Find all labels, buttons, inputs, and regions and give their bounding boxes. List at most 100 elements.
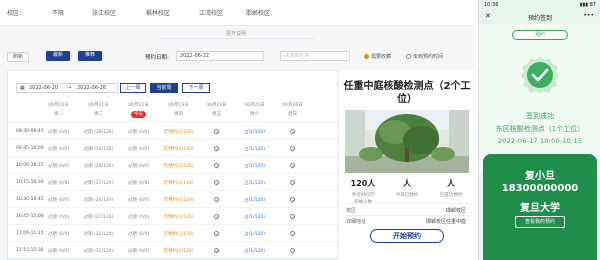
slot-cell: 过期 (0/0) [47,164,70,169]
stat-today-label: 今日已预约 [395,193,419,198]
recommend-button[interactable]: 推荐 [78,51,102,61]
today-badge: 今天 [131,111,146,118]
range-end: 2022-06-26 [77,85,107,91]
slot-cell [270,248,315,255]
site-title: 任重中庭核酸检测点（2个工位） [343,81,471,105]
user-card: 复小旦 18300000000 复旦大学 查看我的预约 [483,154,597,260]
prev-week-button[interactable]: 上一周 [120,83,146,93]
user-name: 复小旦 [525,171,555,182]
slot-cell [270,231,315,238]
week-range-input[interactable]: ▦ 2022-06-20 → 2022-06-26 [16,83,118,93]
more-icon[interactable]: ••• [583,12,594,19]
slot-cell: 过期 (26/120) [83,198,114,203]
campus-option-fenglin[interactable]: 枫林校区 [146,8,170,17]
user-school: 复旦大学 [520,203,560,214]
unavailable-icon [214,163,219,168]
grey-dot-icon [406,54,411,59]
campus-option-handan[interactable]: 邯郸校区 [246,8,270,17]
status-bar: 10:36 ▮▮▮ 87 [479,0,600,10]
column-day: 周日 [288,112,297,117]
slot-cell: 过期 (0/0) [47,198,70,203]
slot-cell: 过期 (0/0) [127,249,150,254]
slot-cell [270,129,315,136]
unavailable-icon [290,231,295,236]
date-label: 预约日期: [145,55,169,61]
table-row: 10:30-10:45 过期 (0/0) 过期 (26/120) 过期 (0/0) 可预… [8,191,337,208]
unavailable-icon [214,214,219,219]
user-phone: 18300000000 [501,183,579,194]
slot-cell: 过期 (0/0) [47,147,70,152]
calendar-icon: ▦ [20,85,25,91]
range-start: 2022-06-20 [29,85,59,91]
unavailable-icon [290,129,295,134]
slot-cell: 过期 (0/0) [127,198,150,203]
slot-cell: 过期 (0/0) [47,181,70,186]
table-row: 11:15-11:30 过期 (0/0) 过期 (31/120) 过期 (0/0) 可预… [8,242,337,259]
column-day: 周二 [94,112,103,117]
unavailable-icon [290,248,295,253]
slot-cell: 过期 (0/0) [47,215,70,220]
campus-option-any[interactable]: 不限 [52,8,64,17]
campus-key: 校区 [346,208,357,214]
campus-option-zhangjiang[interactable]: 张江校区 [92,8,116,17]
divider [160,38,314,39]
column-day: 周一 [54,112,63,117]
current-week-button[interactable]: 当前周 [150,83,178,93]
phone-page-title: 预约签到 [527,15,552,22]
start-booking-button[interactable]: 开始预约 [370,229,444,243]
orange-dot-icon [364,54,369,59]
slot-cell: 过期 (0/0) [47,232,70,237]
status-time: 10:36 [484,2,499,8]
campus-option-jiangwan[interactable]: 江湾校区 [199,8,223,17]
desktop-portal: 校区： 不限 张江校区 枫林校区 江湾校区 邯郸校区 展开说明 刷新 最新 推荐… [0,0,474,260]
slot-cell [270,214,315,221]
column-day: 今天 [116,111,161,118]
legend-favorite: 需要收藏 [364,53,391,60]
checkin-site: 东区核酸检测点（1个工位） [495,125,585,133]
slot-cell: 过期 (34/120) [83,147,114,152]
checkin-success-title: 签到成功 [526,112,554,120]
header-divider [8,121,337,122]
refresh-button[interactable]: 刷新 [7,52,29,62]
phone-success-area [479,24,600,174]
column-date: 06月21日 [88,103,109,108]
unavailable-icon [290,214,295,219]
slot-cell: 过期 (0/0) [127,181,150,186]
slot-cell: 过期 (0/0) [47,249,70,254]
next-week-button[interactable]: 下一周 [182,83,210,93]
divider [345,203,469,204]
site-info-card: 任重中庭核酸检测点（2个工位） 120人 人 人 单位时间可 今日已预约 已成功… [340,70,474,260]
unavailable-icon [214,231,219,236]
campus-filter-label: 校区： [7,10,26,17]
column-date: 06月22日 [128,103,149,108]
latest-button[interactable]: 最新 [46,51,70,61]
stat-success-value: 人 [447,179,455,188]
slot-cell: 过期 (22/120) [83,232,114,237]
view-my-bookings-button[interactable]: 查看我的预约 [515,216,565,228]
slot-cell: 过期 (27/120) [83,215,114,220]
stat-capacity-label: 单位时间可 [351,193,375,198]
date-input[interactable]: 2022-06-22 [176,51,264,61]
table-row: 10:15-10:30 过期 (0/0) 过期 (37/120) 过期 (0/0) 可预… [8,174,337,191]
unavailable-icon [290,180,295,185]
stat-capacity-sublabel: 容纳人数 [343,199,383,205]
table-row: 10:00-10:15 过期 (0/0) 过期 (28/120) 过期 (0/0) 可预… [8,157,337,174]
expand-instructions-link[interactable]: 展开说明 [226,30,246,37]
slot-cell: 过期 (0/0) [127,130,150,135]
slot-cell: 过期 (31/120) [83,249,114,254]
slot-cell: 过期 (28/120) [83,130,114,135]
slot-cell: 过期 (37/120) [83,181,114,186]
checkin-datetime: 2022-06-17 10:00-10:15 [497,137,583,145]
address-key: 详细地址 [346,219,367,225]
table-row: 09:30-09:45 过期 (0/0) 过期 (28/120) 过期 (0/0) 可预… [8,123,337,140]
site-select[interactable]: 请选择检测 [280,51,350,61]
column-date: 06月26日 [282,103,303,108]
status-signal: ▮▮▮ 87 [579,2,596,8]
slot-cell [270,163,315,170]
success-check-icon [521,56,559,94]
table-row: 11:00-11:15 过期 (0/0) 过期 (22/120) 过期 (0/0) 可预… [8,225,337,242]
column-date: 06月20日 [48,103,69,108]
unavailable-icon [214,180,219,185]
stat-capacity-value: 120人 [350,179,376,188]
booking-tab[interactable]: 预约 [512,30,568,40]
